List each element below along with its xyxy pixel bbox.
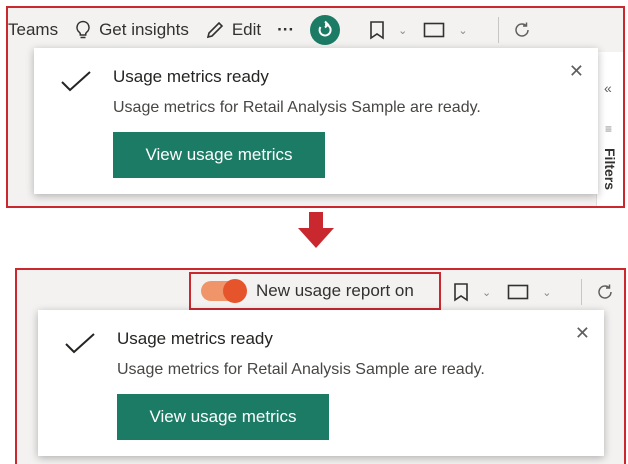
bookmark-icon xyxy=(370,21,384,40)
new-usage-report-toggle-highlight: New usage report on xyxy=(189,272,441,310)
more-options-button[interactable]: ··· xyxy=(277,20,294,40)
chevron-down-icon: ⌄ xyxy=(458,24,468,37)
reload-button[interactable] xyxy=(513,21,538,39)
refresh-usage-button[interactable] xyxy=(310,15,347,45)
teams-button[interactable]: Teams xyxy=(8,20,58,40)
toggle-label: New usage report on xyxy=(256,281,414,300)
down-arrow-icon xyxy=(298,212,334,248)
toolbar-right-group: ⌄ ⌄ xyxy=(453,270,624,314)
view-menu[interactable]: ⌄ xyxy=(423,22,468,38)
toolbar-divider xyxy=(581,279,583,305)
check-icon xyxy=(65,333,95,354)
close-icon[interactable]: ✕ xyxy=(575,323,590,344)
get-insights-label: Get insights xyxy=(99,20,189,39)
chevron-down-icon: ⌄ xyxy=(542,286,552,299)
view-icon xyxy=(507,284,529,300)
edit-label: Edit xyxy=(231,20,262,39)
toggle-knob xyxy=(223,279,247,303)
bookmark-icon xyxy=(454,283,468,302)
view-usage-metrics-button[interactable]: View usage metrics xyxy=(117,394,329,440)
new-usage-report-toggle[interactable] xyxy=(201,279,247,303)
reload-button[interactable] xyxy=(596,283,621,301)
usage-metrics-toast: Usage metrics ready Usage metrics for Re… xyxy=(34,48,598,194)
close-icon[interactable]: ✕ xyxy=(569,61,584,82)
pencil-icon xyxy=(206,21,223,39)
usage-metrics-toast: Usage metrics ready Usage metrics for Re… xyxy=(38,310,604,456)
view-menu[interactable]: ⌄ xyxy=(507,284,551,300)
lightbulb-icon xyxy=(76,20,90,39)
bookmark-menu[interactable]: ⌄ xyxy=(453,282,491,302)
view-usage-metrics-button[interactable]: View usage metrics xyxy=(113,132,325,178)
reload-icon xyxy=(598,284,613,299)
report-toolbar: Teams Get insights Edit ··· ⌄ ⌄ xyxy=(8,8,623,52)
filter-icon: ≡ xyxy=(605,122,613,136)
reload-icon xyxy=(514,22,529,37)
filters-pane[interactable]: « ≡ Filters xyxy=(596,52,623,206)
chevron-down-icon: ⌄ xyxy=(398,24,408,37)
toast-title: Usage metrics ready xyxy=(117,329,273,348)
view-icon xyxy=(424,22,445,38)
more-options-label: ··· xyxy=(277,20,295,39)
toast-title: Usage metrics ready xyxy=(113,67,269,86)
toast-message: Usage metrics for Retail Analysis Sample… xyxy=(117,361,485,378)
edit-button[interactable]: Edit xyxy=(205,20,261,40)
refresh-icon xyxy=(310,15,341,45)
get-insights-button[interactable]: Get insights xyxy=(74,20,189,40)
toast-message: Usage metrics for Retail Analysis Sample… xyxy=(113,99,481,116)
check-icon xyxy=(61,71,91,92)
collapse-icon[interactable]: « xyxy=(604,80,612,96)
filters-label: Filters xyxy=(602,148,618,191)
before-panel: Teams Get insights Edit ··· ⌄ ⌄ « ≡ Filt… xyxy=(6,6,625,208)
after-panel: New usage report on ⌄ ⌄ Usage metrics re… xyxy=(15,268,626,464)
chevron-down-icon: ⌄ xyxy=(482,286,492,299)
teams-label: Teams xyxy=(8,20,59,39)
toolbar-divider xyxy=(497,17,499,43)
report-toolbar: New usage report on ⌄ ⌄ xyxy=(17,270,624,314)
bookmark-menu[interactable]: ⌄ xyxy=(369,20,407,40)
